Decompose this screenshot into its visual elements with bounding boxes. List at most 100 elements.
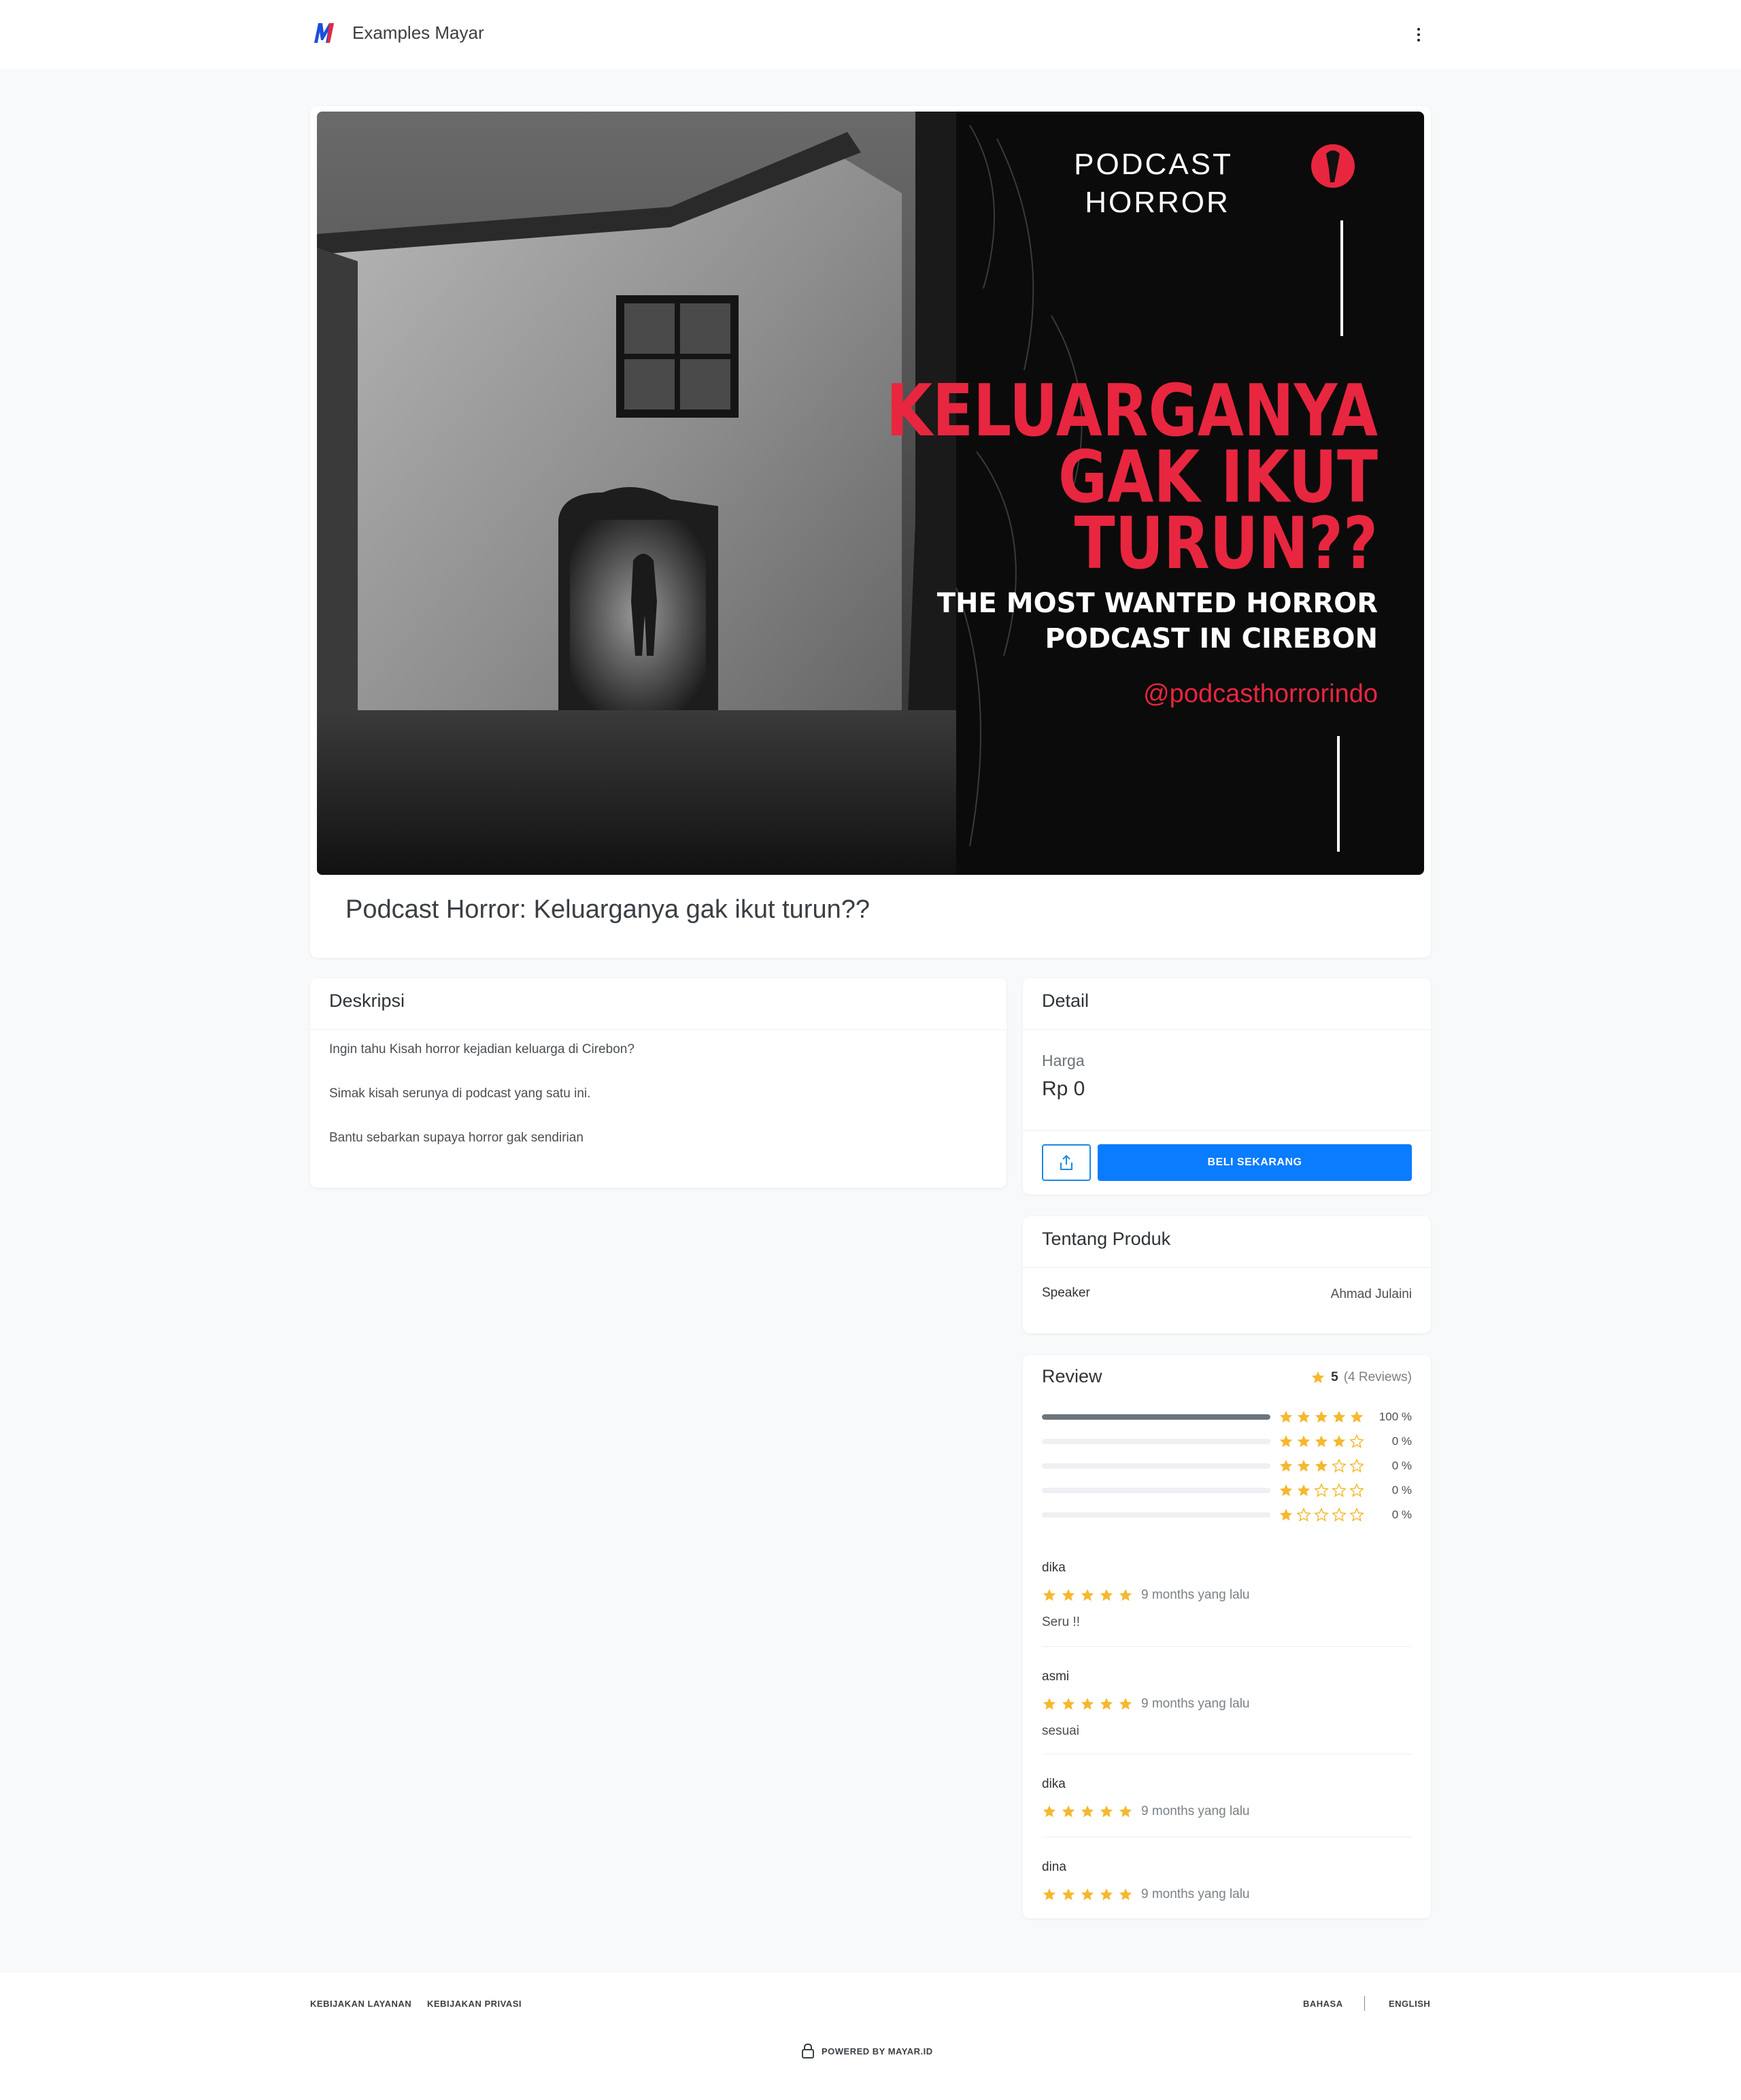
divider — [1364, 1996, 1365, 2011]
banner-sub2: PODCAST IN CIREBON — [1045, 623, 1378, 654]
star-filled-icon — [1315, 1435, 1328, 1448]
review-meta: 9 months yang lalu — [1042, 1588, 1412, 1603]
powered-by-text: POWERED BY MAYAR.ID — [822, 2046, 933, 2056]
rating-stars — [1279, 1507, 1364, 1522]
review-time: 9 months yang lalu — [1141, 1697, 1250, 1711]
rating-bar-track — [1042, 1439, 1270, 1444]
footer: KEBIJAKAN LAYANAN KEBIJAKAN PRIVASI BAHA… — [0, 1973, 1741, 2100]
review-item: dika 9 months yang lalu Seru !! — [1042, 1561, 1412, 1630]
star-empty-icon — [1349, 1483, 1364, 1497]
star-filled-icon — [1081, 1697, 1094, 1710]
review-meta: 9 months yang lalu — [1042, 1804, 1412, 1819]
star-filled-icon — [1332, 1410, 1346, 1423]
divider — [1042, 1646, 1412, 1647]
powered-by[interactable]: POWERED BY MAYAR.ID — [801, 2044, 933, 2059]
star-empty-icon — [1314, 1507, 1329, 1522]
review-time: 9 months yang lalu — [1141, 1804, 1250, 1818]
description-paragraph: Ingin tahu Kisah horror kejadian keluarg… — [329, 1042, 635, 1056]
speaker-value: Ahmad Julaini — [1330, 1287, 1412, 1301]
share-button[interactable] — [1042, 1144, 1091, 1181]
reviewer-name: dika — [1042, 1561, 1066, 1575]
star-filled-icon — [1279, 1508, 1293, 1521]
star-filled-icon — [1279, 1410, 1293, 1423]
banner-line2: HORROR — [1085, 186, 1230, 219]
star-filled-icon — [1062, 1888, 1075, 1901]
star-icon — [1311, 1371, 1325, 1384]
rating-stars — [1279, 1483, 1364, 1497]
banner-headline3: TURUN?? — [1075, 501, 1378, 585]
rating-percent: 0 % — [1391, 1459, 1412, 1472]
product-hero-card: PODCAST HORROR KELUARGANYA GAK IKUT TURU… — [310, 106, 1431, 958]
star-filled-icon — [1100, 1697, 1113, 1710]
rating-bar-track — [1042, 1488, 1270, 1493]
review-count: (4 Reviews) — [1343, 1370, 1412, 1384]
rating-stars — [1279, 1410, 1364, 1423]
review-text: sesuai — [1042, 1724, 1079, 1738]
star-empty-icon — [1314, 1483, 1329, 1497]
rating-percent: 0 % — [1391, 1435, 1412, 1448]
more-menu-icon[interactable] — [1412, 23, 1425, 46]
review-heading: Review — [1042, 1366, 1102, 1386]
star-filled-icon — [1297, 1435, 1311, 1448]
product-banner-image: PODCAST HORROR KELUARGANYA GAK IKUT TURU… — [317, 112, 1424, 875]
star-filled-icon — [1297, 1410, 1311, 1423]
review-item: dika 9 months yang lalu — [1042, 1777, 1412, 1819]
rating-bar-row: 0 % — [1042, 1483, 1412, 1497]
rating-percent: 0 % — [1391, 1484, 1412, 1497]
buy-now-button[interactable]: BELI SEKARANG — [1098, 1144, 1412, 1181]
brand[interactable]: Examples Mayar — [313, 20, 484, 45]
lock-icon — [802, 2044, 814, 2059]
review-meta: 9 months yang lalu — [1042, 1697, 1412, 1712]
product-title: Podcast Horror: Keluarganya gak ikut tur… — [345, 895, 870, 924]
review-card: Review 5 (4 Reviews) 100 % 0 % 0 % 0 % 0 % d… — [1023, 1355, 1431, 1918]
share-icon — [1060, 1154, 1072, 1170]
language-selector[interactable]: ENGLISH — [1389, 1999, 1430, 2009]
star-filled-icon — [1119, 1888, 1132, 1901]
review-meta: 9 months yang lalu — [1042, 1887, 1412, 1902]
rating-percent: 0 % — [1391, 1508, 1412, 1521]
description-heading: Deskripsi — [310, 978, 1007, 1030]
star-filled-icon — [1119, 1588, 1132, 1601]
rating-bar-row: 100 % — [1042, 1410, 1412, 1423]
review-text: Seru !! — [1042, 1615, 1080, 1629]
review-item: asmi 9 months yang lalu sesuai — [1042, 1669, 1412, 1739]
about-product-card: Tentang Produk Speaker Ahmad Julaini — [1023, 1216, 1431, 1333]
rating-bar-row: 0 % — [1042, 1434, 1412, 1448]
star-filled-icon — [1081, 1805, 1094, 1818]
rating-percent: 100 % — [1379, 1410, 1412, 1423]
detail-card: Detail Harga Rp 0 BELI SEKARANG — [1023, 978, 1431, 1195]
review-average: 5 — [1331, 1370, 1338, 1384]
reviewer-name: dina — [1042, 1860, 1066, 1874]
star-filled-icon — [1100, 1588, 1113, 1601]
star-filled-icon — [1062, 1805, 1075, 1818]
reviewer-name: dika — [1042, 1777, 1066, 1791]
star-empty-icon — [1349, 1507, 1364, 1522]
star-filled-icon — [1315, 1410, 1328, 1423]
star-filled-icon — [1350, 1410, 1364, 1423]
price-label: Harga — [1042, 1052, 1085, 1069]
divider — [1023, 1130, 1431, 1131]
star-filled-icon — [1332, 1435, 1346, 1448]
star-filled-icon — [1081, 1588, 1094, 1601]
speaker-label: Speaker — [1042, 1286, 1090, 1300]
banner-sub1: THE MOST WANTED HORROR — [937, 588, 1378, 619]
rating-stars — [1279, 1434, 1364, 1448]
terms-link[interactable]: KEBIJAKAN LAYANAN — [310, 1999, 411, 2009]
star-filled-icon — [1279, 1484, 1293, 1497]
about-heading: Tentang Produk — [1023, 1216, 1431, 1268]
star-filled-icon — [1062, 1697, 1075, 1710]
rating-stars — [1279, 1459, 1364, 1473]
rating-bar-row: 0 % — [1042, 1459, 1412, 1473]
review-time: 9 months yang lalu — [1141, 1588, 1250, 1602]
star-filled-icon — [1062, 1588, 1075, 1601]
star-filled-icon — [1043, 1888, 1056, 1901]
detail-heading: Detail — [1023, 978, 1431, 1030]
star-empty-icon — [1349, 1434, 1364, 1448]
privacy-link[interactable]: KEBIJAKAN PRIVASI — [427, 1999, 522, 2009]
star-filled-icon — [1043, 1805, 1056, 1818]
star-filled-icon — [1297, 1484, 1311, 1497]
description-paragraph: Bantu sebarkan supaya horror gak sendiri… — [329, 1131, 584, 1145]
top-navbar: Examples Mayar — [0, 0, 1741, 69]
star-filled-icon — [1119, 1697, 1132, 1710]
description-body: Ingin tahu Kisah horror kejadian keluarg… — [310, 1030, 1007, 1187]
